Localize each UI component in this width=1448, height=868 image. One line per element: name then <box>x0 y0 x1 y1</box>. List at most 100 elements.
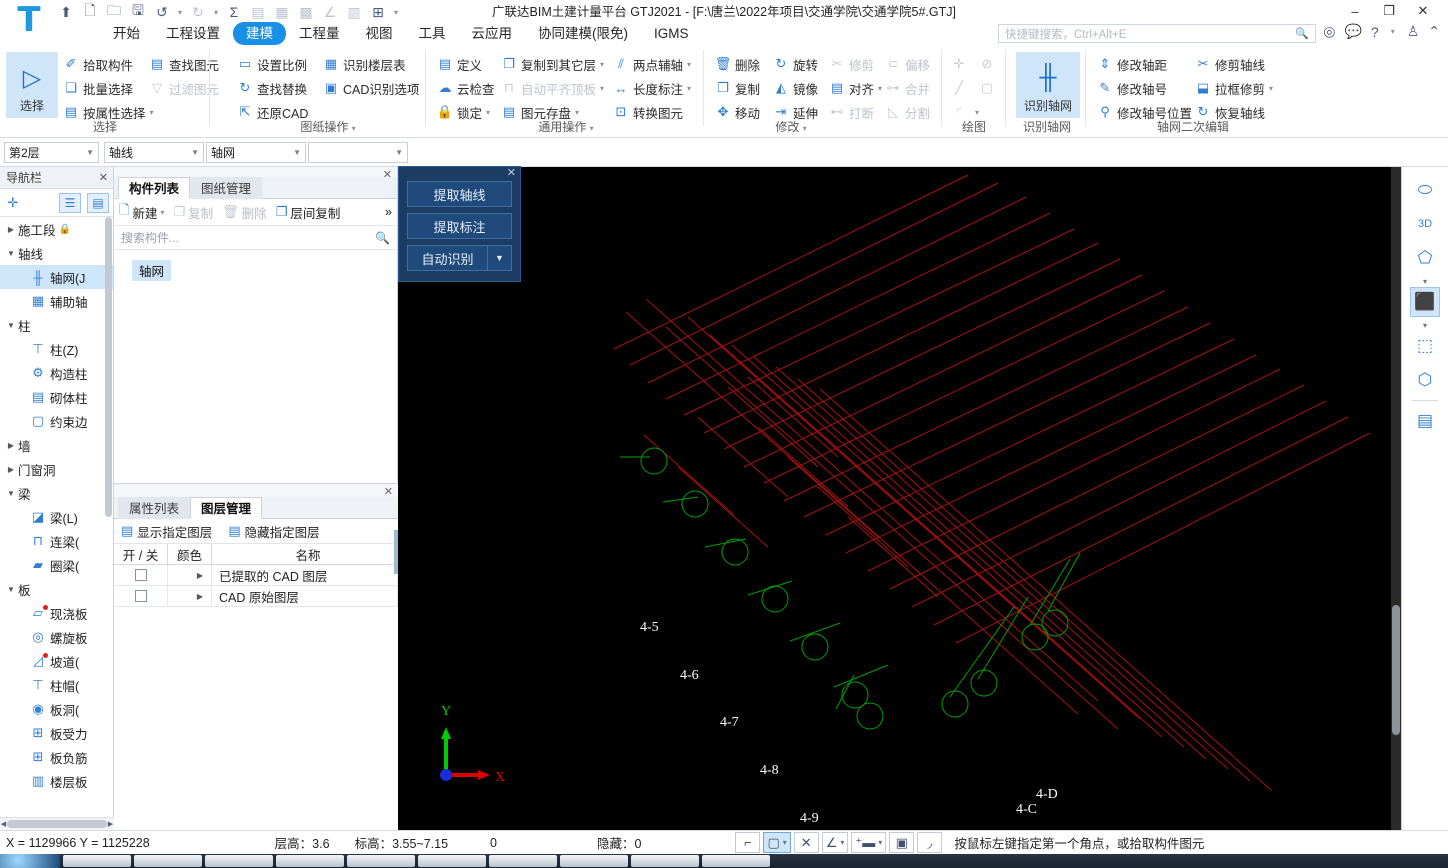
table-row[interactable]: ▶ 已提取的 CAD 图层 <box>114 565 398 586</box>
canvas-vertical-scrollbar[interactable] <box>1391 167 1401 830</box>
nav-item-coupling-beam[interactable]: ⊓ 连梁( <box>0 529 113 553</box>
nav-item-column-cap[interactable]: ⊤ 柱帽( <box>0 673 113 697</box>
menu-item-quantity[interactable]: 工程量 <box>286 22 353 45</box>
nav-item-slab-negative-rebar[interactable]: ⊞ 板负筋 <box>0 745 113 769</box>
nav-item-slab-hole[interactable]: ◉ 板洞( <box>0 697 113 721</box>
menu-item-project-settings[interactable]: 工程设置 <box>153 22 233 45</box>
define-button[interactable]: ▤ 定义 <box>436 53 482 75</box>
angle-icon[interactable]: ∠ ▾ <box>821 832 849 853</box>
nav-vertical-scrollbar[interactable] <box>105 217 112 517</box>
property-panel-close-icon[interactable]: ✕ <box>384 485 393 498</box>
search-input[interactable]: 快捷键搜索，Ctrl+Alt+E 🔍 <box>998 24 1316 43</box>
new-component-button[interactable]: 🗋 新建 ▾ <box>119 201 164 223</box>
menu-item-cloud-apps[interactable]: 云应用 <box>459 22 526 45</box>
layer-color-expander[interactable]: ▶ <box>168 565 212 585</box>
nav-item-slab-rebar[interactable]: ⊞ 板受力 <box>0 721 113 745</box>
extract-annotation-button[interactable]: 提取标注 <box>407 213 512 239</box>
taskbar-app[interactable] <box>560 855 628 867</box>
copy-button[interactable]: ❐ 复制 <box>714 77 760 99</box>
nav-item-grid[interactable]: ╫ 轴网(J <box>0 265 113 289</box>
select-tool-button[interactable]: ▷ 选择 <box>6 52 58 118</box>
nav-group-wall[interactable]: ▶ 墙 <box>0 433 113 457</box>
chevron-down-icon[interactable]: ▾ <box>1402 277 1448 287</box>
cube-icon[interactable]: ⬠ <box>1410 243 1440 273</box>
copy-to-layer-button[interactable]: ❐ 复制到其它层 ▾ <box>500 53 604 75</box>
taskbar-app[interactable] <box>134 855 202 867</box>
nav-horizontal-scrollbar[interactable]: ◀ ▶ <box>0 817 114 830</box>
user-icon[interactable]: ◎ <box>1323 23 1335 40</box>
component-type-select[interactable]: 轴网 ▼ <box>206 142 306 163</box>
more-caret-icon[interactable]: ▾ <box>391 8 401 17</box>
identify-floor-table-button[interactable]: ▦ 识别楼层表 <box>322 53 406 75</box>
tab-layer-management[interactable]: 图层管理 <box>190 497 263 519</box>
modify-axis-spacing-button[interactable]: ⇕ 修改轴距 <box>1096 53 1167 75</box>
detail-view-icon[interactable]: ▤ <box>87 192 109 213</box>
help-icon[interactable]: ? <box>1371 24 1379 40</box>
hide-layer-button[interactable]: ▤ 隐藏指定图层 <box>228 522 319 541</box>
nav-item-constraint-edge[interactable]: ▢ 约束边 <box>0 409 113 433</box>
cad-options-button[interactable]: ▣ CAD识别选项 <box>322 77 420 99</box>
tab-property-list[interactable]: 属性列表 <box>118 497 191 519</box>
find-replace-button[interactable]: ↻ 查找替换 <box>236 77 307 99</box>
chevron-down-icon[interactable]: ▼ <box>488 245 512 271</box>
table-row[interactable]: ▶ CAD 原始图层 <box>114 586 398 607</box>
menu-item-collab-modeling[interactable]: 协同建模(限免) <box>525 22 641 45</box>
taskbar-app[interactable] <box>276 855 344 867</box>
nav-group-door-window[interactable]: ▶ 门窗洞 <box>0 457 113 481</box>
shirt-icon[interactable]: ♙ <box>1407 23 1420 40</box>
hidden-box-icon[interactable]: ⬡ <box>1410 365 1440 395</box>
scroll-thumb[interactable] <box>7 820 107 828</box>
start-button-icon[interactable] <box>0 854 60 868</box>
box-trim-button[interactable]: ⬓ 拉框修剪 ▾ <box>1194 77 1273 99</box>
offset-point-icon[interactable]: ⁺▬ ▾ <box>851 832 887 853</box>
nav-item-column[interactable]: ⊤ 柱(Z) <box>0 337 113 361</box>
component-name-select[interactable]: ▼ <box>308 142 408 163</box>
collapse-ribbon-icon[interactable]: ⌃ <box>1428 23 1440 40</box>
add-sparkle-icon[interactable]: ✛ <box>4 195 22 211</box>
align-button[interactable]: ▤ 对齐 ▾ <box>828 77 882 99</box>
identify-grid-button[interactable]: ╫ 识别轴网 <box>1016 52 1080 118</box>
nav-item-spiral-slab[interactable]: ◎ 螺旋板 <box>0 625 113 649</box>
menu-item-modeling[interactable]: 建模 <box>233 22 286 45</box>
rotate-button[interactable]: ↻ 旋转 <box>772 53 818 75</box>
origin-icon[interactable]: ⌐ <box>735 832 761 853</box>
close-icon[interactable]: ✕ <box>99 171 108 184</box>
more-tools-button[interactable]: » <box>385 205 392 219</box>
taskbar-app[interactable] <box>702 855 770 867</box>
curve-icon[interactable]: ◞ <box>917 832 943 853</box>
new-file-icon[interactable]: 🗋 <box>79 1 101 23</box>
modify-axis-number-button[interactable]: ✎ 修改轴号 <box>1096 77 1167 99</box>
upload-icon[interactable]: ⬆ <box>55 1 77 23</box>
nav-item-ramp[interactable]: ◿ 坡道( <box>0 649 113 673</box>
nav-group-axis[interactable]: ▼ 轴线 <box>0 241 113 265</box>
trim-axis-button[interactable]: ✂ 修剪轴线 <box>1194 53 1265 75</box>
orbit-icon[interactable]: ⬭ <box>1410 175 1440 205</box>
layer-toggle-checkbox[interactable] <box>114 565 168 585</box>
floor-select[interactable]: 第2层 ▼ <box>4 142 99 163</box>
scroll-right-icon[interactable]: ▶ <box>107 820 114 828</box>
nav-group-column[interactable]: ▼ 柱 <box>0 313 113 337</box>
scroll-thumb[interactable] <box>1392 605 1400 735</box>
dialog-titlebar[interactable]: ✕ <box>399 167 520 181</box>
undo-caret-icon[interactable]: ▾ <box>175 8 185 17</box>
save-icon[interactable]: 🖫 <box>127 1 149 23</box>
taskbar-app[interactable] <box>205 855 273 867</box>
nav-item-structural-column[interactable]: ⚙ 构造柱 <box>0 361 113 385</box>
nav-group-beam[interactable]: ▼ 梁 <box>0 481 113 505</box>
help-caret-icon[interactable]: ▾ <box>1388 27 1398 36</box>
length-dimension-button[interactable]: ↔ 长度标注 ▾ <box>612 77 692 99</box>
pick-component-button[interactable]: ✐ 拾取构件 <box>62 53 133 75</box>
nav-item-ring-beam[interactable]: ▰ 圈梁( <box>0 553 113 577</box>
menu-item-start[interactable]: 开始 <box>100 22 153 45</box>
taskbar-app[interactable] <box>631 855 699 867</box>
nav-item-cast-slab[interactable]: ▱ 现浇板 <box>0 601 113 625</box>
sum-icon[interactable]: Σ <box>223 1 245 23</box>
chevron-down-icon[interactable]: ▾ <box>1402 321 1448 331</box>
category-select[interactable]: 轴线 ▼ <box>104 142 204 163</box>
taskbar-app[interactable] <box>489 855 557 867</box>
copy-between-floors-button[interactable]: ❐ 层间复制 <box>276 203 341 222</box>
chevron-down-icon[interactable]: ▾ <box>590 124 594 133</box>
delete-button[interactable]: 🗑 删除 <box>714 53 760 75</box>
screenshot-icon[interactable]: ▣ <box>889 832 915 853</box>
message-icon[interactable]: 💬 <box>1344 23 1361 40</box>
